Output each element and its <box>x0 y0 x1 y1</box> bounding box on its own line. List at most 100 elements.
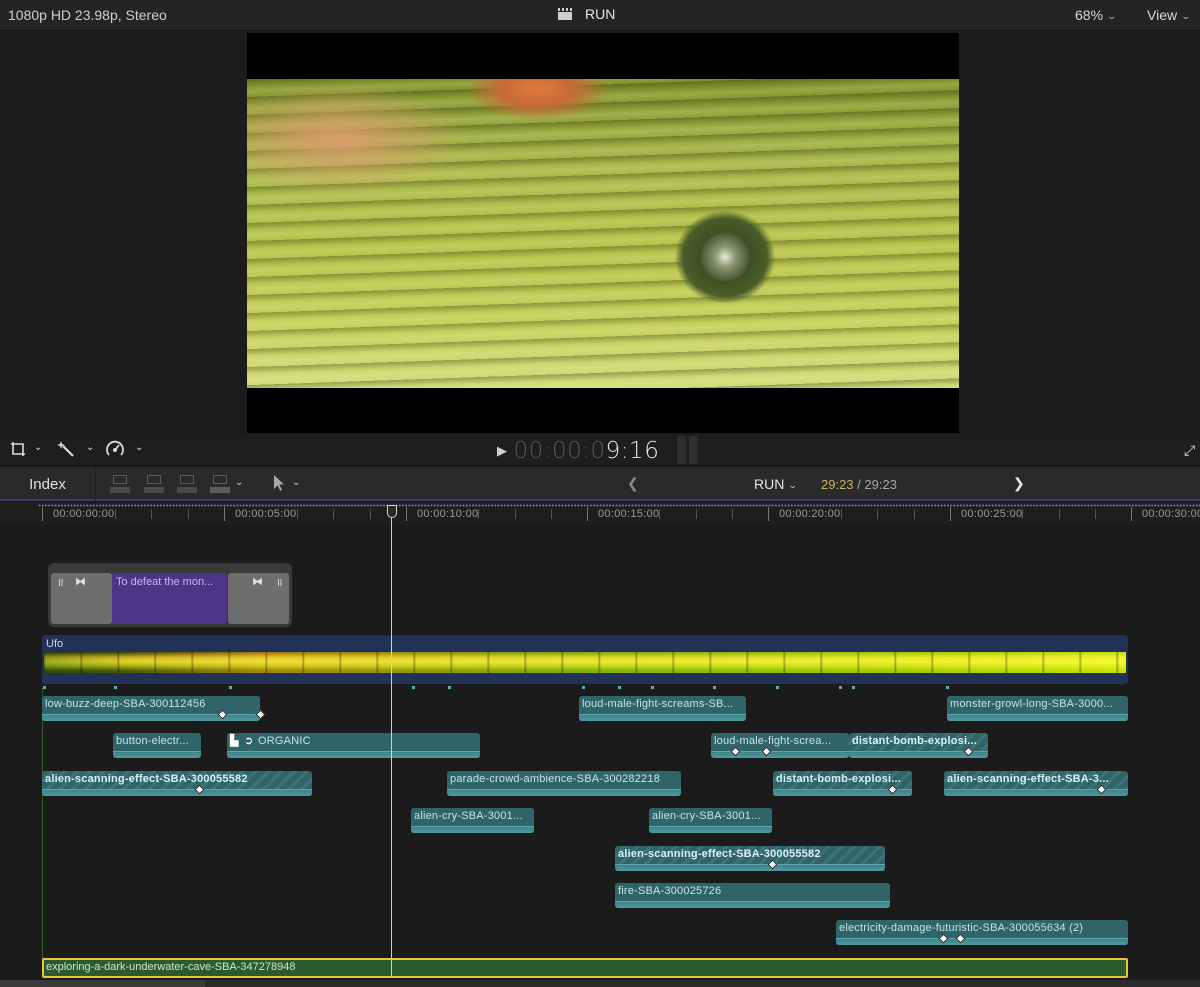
index-button[interactable]: Index <box>0 467 96 501</box>
retime-menu[interactable] <box>105 440 125 460</box>
clip-marker[interactable] <box>946 686 949 689</box>
audio-clip[interactable]: low-buzz-deep-SBA-300112456 <box>42 696 260 721</box>
clip-marker[interactable] <box>114 686 117 689</box>
viewer-top-bar: 1080p HD 23.98p, Stereo RUN 68% ⌄ View ⌄ <box>0 0 1200 31</box>
scrollbar-thumb[interactable] <box>0 980 205 987</box>
duration-display: 29:23 / 29:23 <box>821 477 897 492</box>
clip-name: fire-SBA-300025726 <box>618 885 722 897</box>
ruler-minor-tick <box>369 509 371 519</box>
audio-waveform <box>947 714 1128 721</box>
append-clip-icon[interactable] <box>177 475 199 493</box>
select-tool[interactable] <box>273 474 285 497</box>
audio-clip[interactable]: button-electr... <box>113 733 201 758</box>
enhance-menu[interactable] <box>56 440 76 460</box>
insert-clip-icon[interactable] <box>144 475 166 493</box>
video-frame[interactable] <box>247 33 959 433</box>
audio-meters[interactable] <box>677 436 699 464</box>
horizontal-scrollbar[interactable] <box>0 980 1200 987</box>
clip-name: loud-male-fight-screa... <box>714 735 832 747</box>
zoom-value: 68% <box>1075 7 1104 23</box>
timeline-start-edge <box>42 688 43 976</box>
music-clip[interactable]: exploring-a-dark-underwater-cave-SBA-347… <box>42 958 1128 978</box>
clip-marker[interactable] <box>776 686 779 689</box>
chevron-down-icon[interactable]: ⌄ <box>135 442 143 462</box>
total-duration: 29:23 <box>864 477 897 492</box>
audio-waveform <box>447 789 681 796</box>
audio-waveform <box>615 901 890 908</box>
audio-clip[interactable]: electricity-damage-futuristic-SBA-300055… <box>836 920 1128 945</box>
ruler-minor-tick <box>514 509 516 519</box>
zoom-dropdown[interactable]: 68% ⌄ <box>1075 7 1117 23</box>
playhead-line[interactable] <box>391 517 392 977</box>
clip-marker[interactable] <box>582 686 585 689</box>
ruler-minor-tick <box>877 509 879 519</box>
ruler-minor-tick <box>296 509 298 519</box>
audio-clip[interactable]: fire-SBA-300025726 <box>615 883 890 908</box>
audio-waveform <box>649 826 772 833</box>
project-name: RUN <box>585 6 616 22</box>
chevron-down-icon: ⌄ <box>1180 10 1192 21</box>
audio-clip[interactable]: alien-cry-SBA-3001... <box>649 808 772 833</box>
timeline-ruler[interactable]: 00:00:00:00 00:00:05:00 00:00:10:00 00:00:1… <box>0 503 1200 525</box>
connected-title-clip[interactable]: ॥ ⧓ To defeat the mon... ⧓ ॥ <box>48 563 292 627</box>
bowtie-icon: ⧓ <box>252 576 263 588</box>
audio-clip[interactable]: monster-growl-long-SBA-3000... <box>947 696 1128 721</box>
title-clip[interactable]: To defeat the mon... <box>112 573 227 624</box>
clip-marker[interactable] <box>651 686 654 689</box>
ruler-minor-tick <box>333 509 335 519</box>
viewer <box>0 32 1200 434</box>
ruler-minor-tick <box>151 509 153 519</box>
pause-icon: ॥ <box>276 577 283 589</box>
clip-marker[interactable] <box>229 686 232 689</box>
ruler-minor-tick <box>187 509 189 519</box>
primary-storyline-clip[interactable]: Ufo <box>42 635 1128 684</box>
audio-clip[interactable]: ▙ ➲ ORGANIC <box>227 733 480 758</box>
ruler-major-tick <box>42 507 43 521</box>
clip-marker[interactable] <box>618 686 621 689</box>
overwrite-clip-icon[interactable] <box>210 475 232 493</box>
audio-clip[interactable]: alien-cry-SBA-3001... <box>411 808 534 833</box>
audio-clip[interactable]: parade-crowd-ambience-SBA-300282218 <box>447 771 681 796</box>
audio-clip[interactable]: loud-male-fight-screa... <box>711 733 849 758</box>
magic-wand-icon <box>57 441 74 457</box>
forward-button[interactable]: ❯ <box>1013 475 1025 492</box>
chevron-down-icon[interactable]: ⌄ <box>86 442 94 462</box>
ruler-tick-label: 00:00:30:00 <box>1142 508 1200 520</box>
viewer-controls: ⌄ ⌄ ⌄ ▶ 00:00:09:16 ⤢ <box>0 434 1200 466</box>
title-transition-in[interactable]: ॥ ⧓ <box>51 573 112 624</box>
ruler-minor-tick <box>114 509 116 519</box>
audio-clip[interactable]: loud-male-fight-screams-SB... <box>579 696 746 721</box>
timeline-header: Index ⌄ ⌄ ❮ RUN ⌄ 29:23 / 29:23 ❯ <box>0 467 1200 501</box>
clip-name: alien-scanning-effect-SBA-300055582 <box>618 848 821 860</box>
title-transition-out[interactable]: ⧓ ॥ <box>228 573 289 624</box>
audio-clip[interactable]: alien-scanning-effect-SBA-300055582 <box>42 771 312 796</box>
ruler-tick-label: 00:00:15:00 <box>598 508 660 520</box>
transform-menu[interactable] <box>9 440 27 460</box>
arrow-pointer-icon <box>274 475 284 491</box>
connect-clip-icon[interactable] <box>110 475 132 493</box>
ruler-range-indicator <box>38 504 1200 507</box>
clip-marker[interactable] <box>43 686 46 689</box>
clip-marker[interactable] <box>412 686 415 689</box>
clip-marker[interactable] <box>448 686 451 689</box>
chevron-down-icon[interactable]: ⌄ <box>292 477 300 488</box>
clip-marker[interactable] <box>713 686 716 689</box>
video-image <box>247 79 959 388</box>
timecode-display[interactable]: ▶ 00:00:09:16 <box>497 438 659 464</box>
audio-waveform <box>113 751 201 758</box>
chevron-down-icon[interactable]: ⌄ <box>235 477 243 488</box>
audio-clip[interactable]: alien-scanning-effect-SBA-300055582 <box>615 846 885 871</box>
clip-marker[interactable] <box>852 686 855 689</box>
play-icon[interactable]: ▶ <box>497 444 508 459</box>
clip-marker[interactable] <box>839 686 842 689</box>
ruler-major-tick <box>406 507 407 521</box>
playhead-handle[interactable] <box>387 505 397 518</box>
project-dropdown[interactable]: RUN ⌄ <box>754 476 798 492</box>
chevron-down-icon[interactable]: ⌄ <box>34 442 42 462</box>
ruler-major-tick <box>1131 507 1132 521</box>
ruler-minor-tick <box>550 509 552 519</box>
back-button[interactable]: ❮ <box>627 475 639 492</box>
view-dropdown[interactable]: View ⌄ <box>1147 7 1192 23</box>
fullscreen-icon[interactable]: ⤢ <box>1184 442 1195 459</box>
ruler-minor-tick <box>913 509 915 519</box>
